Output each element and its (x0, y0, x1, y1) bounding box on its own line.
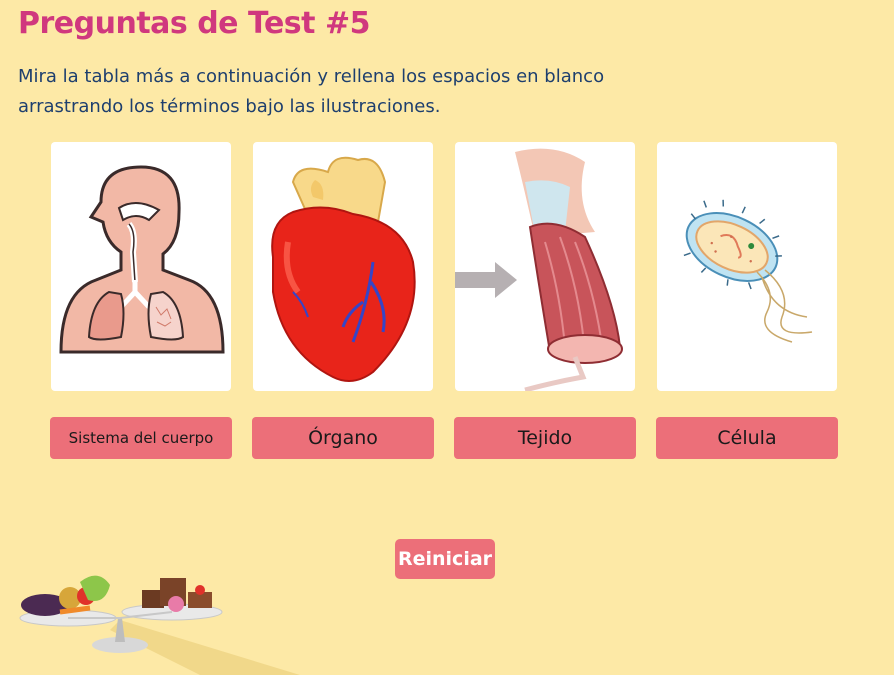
term-button-sistema-del-cuerpo[interactable]: Sistema del cuerpo (50, 417, 232, 459)
illustration-card-muscle (455, 142, 635, 391)
cell-illustration (683, 199, 813, 343)
illustration-card-heart (253, 142, 433, 391)
term-button-celula[interactable]: Célula (656, 417, 838, 459)
food-scale-decoration (19, 575, 300, 675)
muscle-tissue-illustration (455, 148, 623, 391)
term-button-tejido[interactable]: Tejido (454, 417, 636, 459)
reset-button[interactable]: Reiniciar (395, 539, 495, 579)
term-button-organo[interactable]: Órgano (252, 417, 434, 459)
illustration-card-cell (657, 142, 837, 391)
instructions-text: Mira la tabla más a continuación y relle… (18, 66, 605, 117)
heart-illustration (271, 156, 416, 382)
page-title: Preguntas de Test #5 (18, 6, 370, 41)
illustration-card-respiratory (51, 142, 231, 391)
respiratory-system-illustration (59, 165, 225, 354)
